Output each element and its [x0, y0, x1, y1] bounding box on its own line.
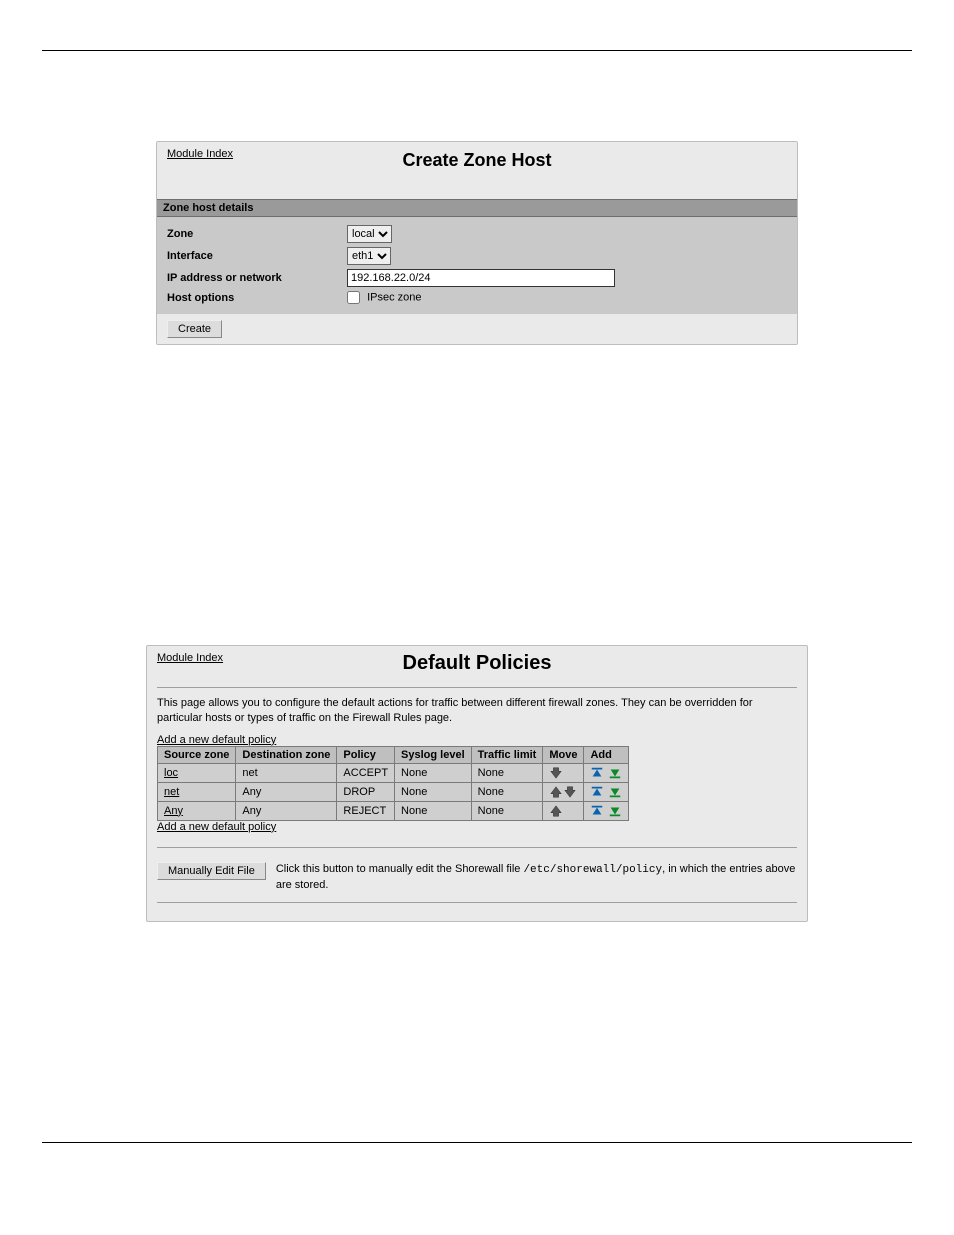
interface-label: Interface — [167, 250, 347, 262]
th-limit: Traffic limit — [471, 746, 543, 763]
move-cell — [543, 782, 584, 801]
move-up-icon[interactable] — [549, 805, 563, 817]
policy-cell: REJECT — [337, 801, 395, 820]
add-above-icon[interactable] — [590, 805, 604, 817]
add-cell — [584, 782, 628, 801]
table-row: netAnyDROPNoneNone — [158, 782, 629, 801]
add-below-icon[interactable] — [608, 767, 622, 779]
policy-cell: ACCEPT — [337, 763, 395, 782]
ip-input[interactable] — [347, 269, 615, 287]
manually-edit-file-button[interactable]: Manually Edit File — [157, 862, 266, 880]
dest-zone-cell: Any — [236, 782, 337, 801]
syslog-cell: None — [395, 782, 472, 801]
th-source: Source zone — [158, 746, 236, 763]
add-cell — [584, 763, 628, 782]
zone-select[interactable]: local — [347, 225, 392, 243]
section-header: Zone host details — [157, 199, 797, 217]
dest-zone-cell: Any — [236, 801, 337, 820]
module-index-link[interactable]: Module Index — [167, 148, 233, 160]
policies-table: Source zone Destination zone Policy Sysl… — [157, 746, 629, 821]
table-row: locnetACCEPTNoneNone — [158, 763, 629, 782]
th-move: Move — [543, 746, 584, 763]
add-below-icon[interactable] — [608, 786, 622, 798]
limit-cell: None — [471, 801, 543, 820]
source-zone-link[interactable]: net — [164, 786, 179, 798]
page-title: Create Zone Host — [167, 150, 787, 171]
page-title-2: Default Policies — [157, 652, 797, 675]
ipsec-label: IPsec zone — [367, 291, 421, 303]
manual-edit-description: Click this button to manually edit the S… — [276, 862, 797, 893]
syslog-cell: None — [395, 763, 472, 782]
module-index-link-2[interactable]: Module Index — [157, 652, 223, 664]
move-cell — [543, 763, 584, 782]
page-description: This page allows you to configure the de… — [157, 696, 797, 726]
limit-cell: None — [471, 782, 543, 801]
create-button[interactable]: Create — [167, 320, 222, 338]
th-policy: Policy — [337, 746, 395, 763]
move-down-icon[interactable] — [549, 767, 563, 779]
default-policies-panel: Module Index Default Policies This page … — [146, 645, 808, 922]
limit-cell: None — [471, 763, 543, 782]
create-zone-host-panel: Module Index Create Zone Host Zone host … — [156, 141, 798, 345]
dest-zone-cell: net — [236, 763, 337, 782]
add-above-icon[interactable] — [590, 786, 604, 798]
th-add: Add — [584, 746, 628, 763]
host-options-label: Host options — [167, 292, 347, 304]
move-cell — [543, 801, 584, 820]
policy-cell: DROP — [337, 782, 395, 801]
add-below-icon[interactable] — [608, 805, 622, 817]
add-policy-link-bottom[interactable]: Add a new default policy — [157, 821, 276, 833]
ipsec-checkbox[interactable] — [347, 291, 360, 304]
move-up-icon[interactable] — [549, 786, 563, 798]
source-zone-link[interactable]: Any — [164, 805, 183, 817]
th-syslog: Syslog level — [395, 746, 472, 763]
ip-label: IP address or network — [167, 272, 347, 284]
add-above-icon[interactable] — [590, 767, 604, 779]
add-policy-link-top[interactable]: Add a new default policy — [157, 734, 276, 746]
th-dest: Destination zone — [236, 746, 337, 763]
source-zone-link[interactable]: loc — [164, 767, 178, 779]
syslog-cell: None — [395, 801, 472, 820]
add-cell — [584, 801, 628, 820]
zone-label: Zone — [167, 228, 347, 240]
move-down-icon[interactable] — [563, 786, 577, 798]
table-row: AnyAnyREJECTNoneNone — [158, 801, 629, 820]
interface-select[interactable]: eth1 — [347, 247, 391, 265]
